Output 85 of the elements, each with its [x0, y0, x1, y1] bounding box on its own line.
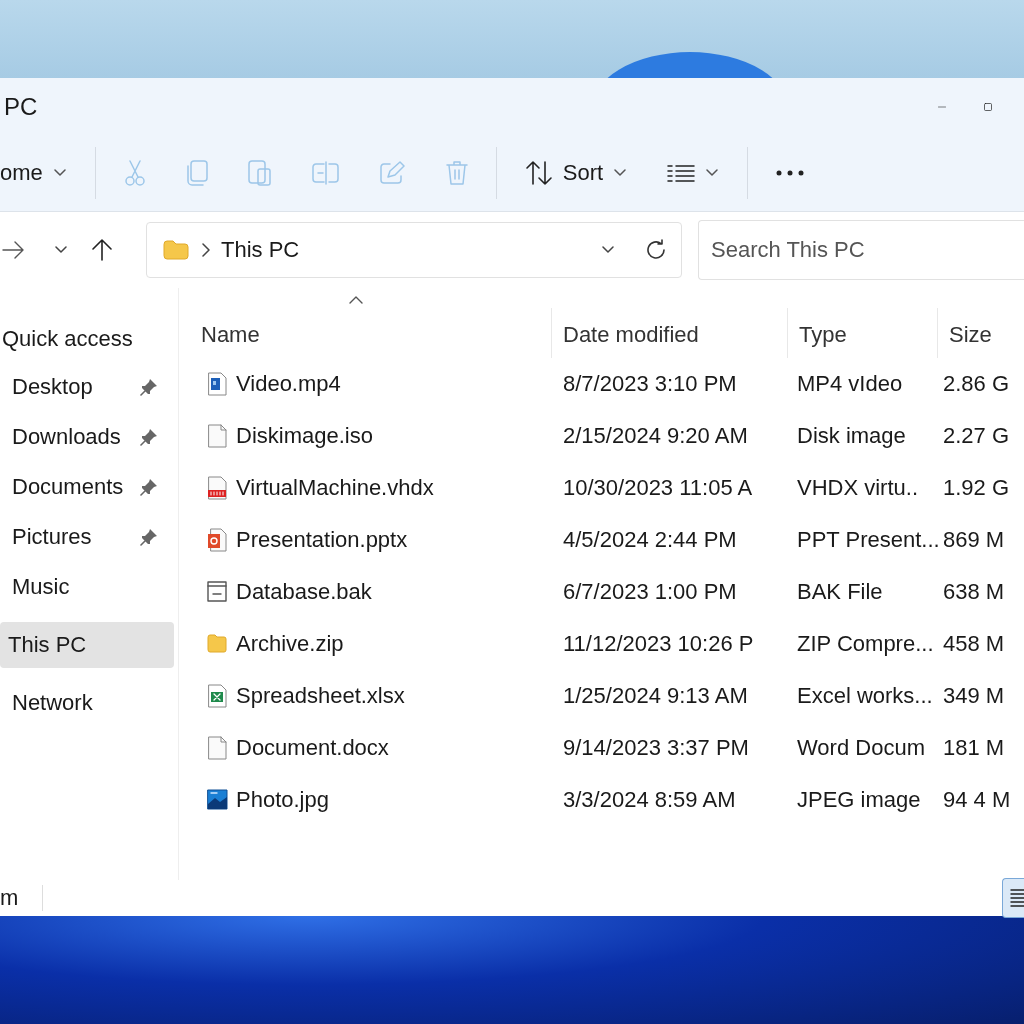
file-name[interactable]: Video.mp4 [236, 371, 341, 397]
sidebar-item[interactable]: This PC [0, 622, 174, 668]
table-cell-text: 1.92 G [943, 475, 1011, 501]
caret-icon [601, 246, 615, 254]
folder-icon [163, 240, 189, 260]
refresh-icon [645, 239, 667, 261]
forward-button[interactable] [2, 241, 24, 259]
table-cell-text: 6/7/2023 1:00 PM [562, 579, 738, 605]
chevron-icon [201, 243, 211, 257]
table-cell-text: MP4 vIdeo [796, 371, 904, 397]
sidebar-heading[interactable]: Quick access [0, 326, 178, 362]
file-name[interactable]: Document.docx [236, 735, 389, 761]
window-file-icon [207, 580, 228, 604]
sidebar-item[interactable]: Music [0, 562, 174, 612]
table-cell-text: Excel works... [796, 683, 934, 709]
table-cell-text: 869 M [943, 527, 1006, 553]
window-title: PC [4, 92, 39, 121]
table-cell-text: 1/25/2024 9:13 AM [562, 683, 749, 709]
file-name[interactable]: Archive.zip [236, 631, 344, 657]
caret-icon [613, 169, 628, 177]
disk-file-icon [207, 476, 228, 500]
table-cell-text: 2/15/2024 9:20 AM [562, 423, 749, 449]
table-cell-text: 10/30/2023 11:05 A [562, 475, 754, 501]
details-view-button[interactable] [1002, 878, 1024, 918]
file-name[interactable]: Database.bak [236, 579, 372, 605]
list-view-icon [1010, 888, 1024, 908]
table-cell-text: 349 M [943, 683, 1006, 709]
pin-icon [140, 378, 158, 396]
spreadsheet-file-icon [207, 684, 228, 708]
table-cell-text: 2.86 G [943, 371, 1011, 397]
sidebar-item[interactable]: Network [0, 678, 174, 728]
table-cell-text: 9/14/2023 3:37 PM [562, 735, 750, 761]
table-cell-text: Word Docum [796, 735, 926, 761]
file-name[interactable]: VirtualMachine.vhdx [236, 475, 434, 501]
file-name[interactable]: Diskimage.iso [236, 423, 373, 449]
status-text: m [0, 885, 44, 911]
caret-icon [705, 169, 720, 177]
forward-arrow-icon [2, 241, 24, 259]
file-name[interactable]: Photo.jpg [236, 787, 329, 813]
sidebar-item[interactable]: Downloads [0, 412, 174, 462]
up-button[interactable] [92, 239, 112, 261]
up-arrow-icon [92, 239, 112, 261]
table-cell-text: 4/5/2024 2:44 PM [562, 527, 738, 553]
table-cell-text: 638 M [943, 579, 1006, 605]
presentation-file-icon [207, 528, 228, 552]
sidebar-item[interactable]: Documents [0, 462, 174, 512]
table-cell-text: 458 M [943, 631, 1006, 657]
sidebar-item[interactable]: Desktop [0, 362, 174, 412]
column-header[interactable]: Name [201, 308, 551, 358]
column-header[interactable]: Size [937, 308, 1024, 358]
breadcrumb[interactable]: This PC [221, 237, 601, 263]
sidebar-item[interactable]: Pictures [0, 512, 174, 562]
file-name[interactable]: Spreadsheet.xlsx [236, 683, 405, 709]
address-bar[interactable]: This PC [146, 222, 682, 278]
column-header[interactable]: Type [787, 308, 937, 358]
pin-icon [140, 428, 158, 446]
table-cell-text: 3/3/2024 8:59 AM [562, 787, 737, 813]
table-cell-text: 2.27 G [943, 423, 1011, 449]
image-file-icon [207, 788, 228, 812]
sort-button[interactable]: Sort [504, 149, 648, 197]
search-field[interactable]: Search This PC [698, 220, 1024, 280]
column-header[interactable]: Date modified [551, 308, 787, 358]
document-icon [207, 736, 228, 760]
folder-icon [207, 632, 228, 656]
caret-icon [54, 246, 68, 254]
table-cell-text: 8/7/2023 3:10 PM [562, 371, 738, 397]
caret-icon [52, 169, 67, 177]
pin-icon [140, 478, 158, 496]
recent-locations-button[interactable] [54, 246, 68, 254]
file-name[interactable]: Presentation.pptx [236, 527, 408, 553]
minimize-icon [938, 104, 946, 109]
table-cell-text: JPEG image [796, 787, 922, 813]
table-cell-text: 94 4 M [943, 787, 1012, 813]
pin-icon [140, 528, 158, 546]
table-cell-text: BAK File [796, 579, 884, 605]
table-cell-text: VHDX virtu.. [796, 475, 920, 501]
menu-button[interactable]: ome [0, 149, 87, 197]
table-cell-text: 181 M [943, 735, 1006, 761]
table-cell-text: PPT Present... [796, 527, 941, 553]
table-cell-text: Disk image [796, 423, 907, 449]
table-cell-text: ZIP Compre... [796, 631, 935, 657]
video-file-icon [207, 372, 228, 396]
table-cell-text: 11/12/2023 10:26 P [562, 631, 755, 657]
document-icon [207, 424, 228, 448]
sort-caret-icon [349, 296, 363, 304]
